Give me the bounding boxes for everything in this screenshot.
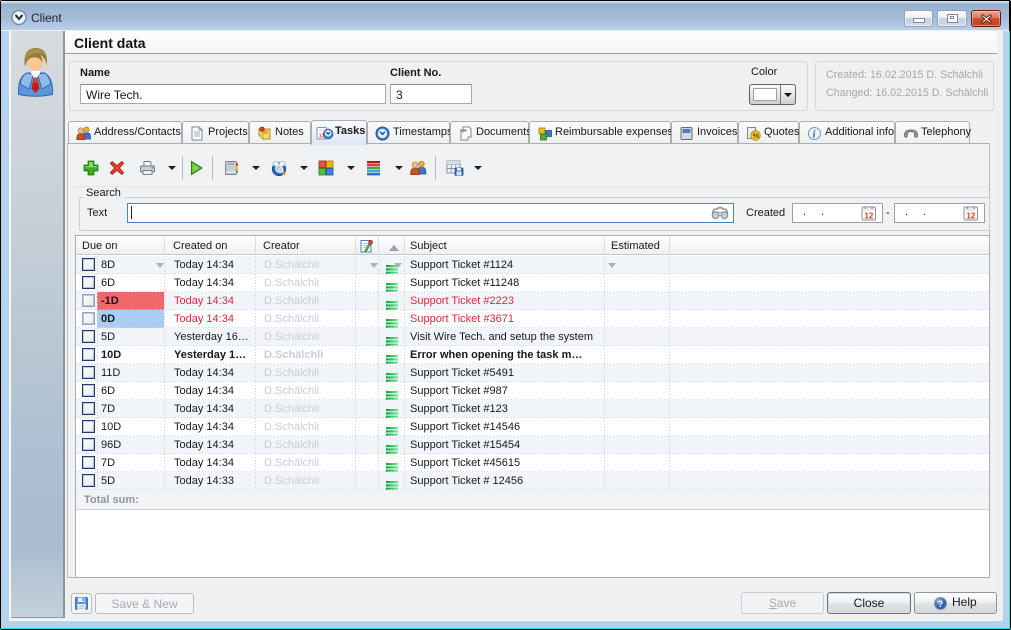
svg-text:12: 12	[864, 211, 873, 220]
svg-text:12: 12	[966, 211, 975, 220]
svg-text:?: ?	[938, 599, 944, 609]
svg-text:%: %	[753, 131, 760, 140]
svg-text:i: i	[813, 129, 816, 140]
